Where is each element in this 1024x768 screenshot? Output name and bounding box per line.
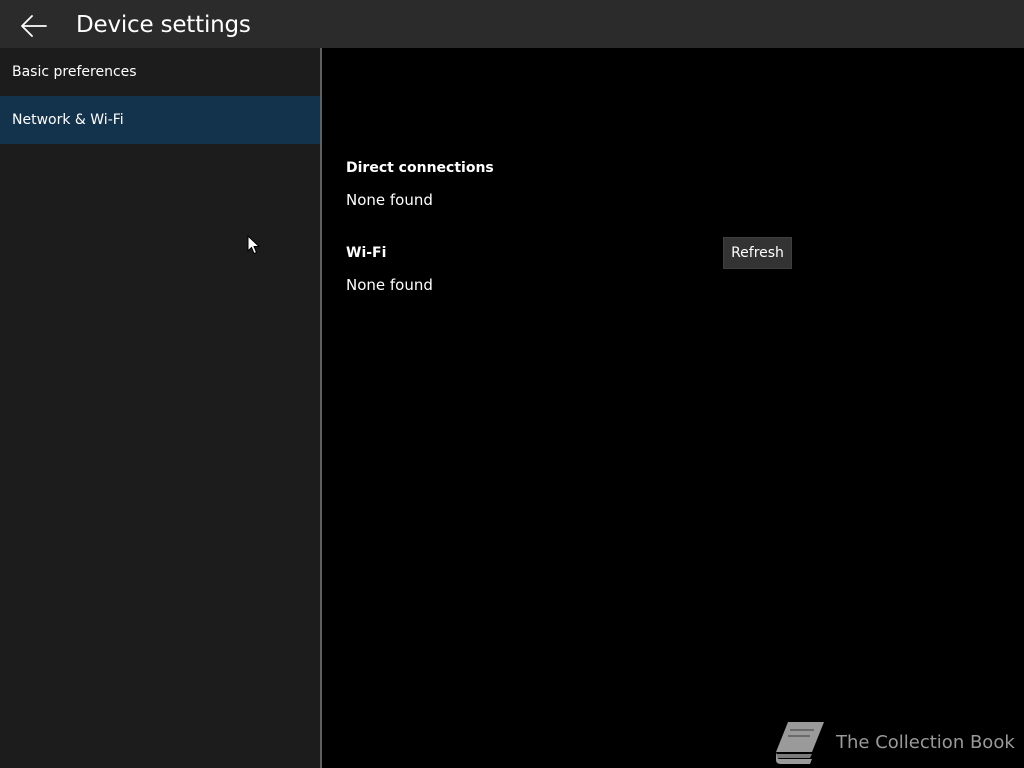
title-bar: Device settings <box>0 0 1024 48</box>
wifi-value: None found <box>346 276 433 294</box>
refresh-button[interactable]: Refresh <box>723 237 792 269</box>
wifi-header: Wi-Fi <box>346 245 387 261</box>
mouse-cursor-icon <box>247 235 261 255</box>
back-button[interactable] <box>14 8 54 44</box>
sidebar-item-network-wifi[interactable]: Network & Wi-Fi <box>0 96 320 144</box>
direct-connections-header: Direct connections <box>346 160 494 176</box>
page-title: Device settings <box>76 12 251 38</box>
content-pane: Direct connections None found Wi-Fi Refr… <box>322 48 1024 768</box>
sidebar-item-basic-preferences[interactable]: Basic preferences <box>0 48 320 96</box>
watermark: The Collection Book <box>772 718 1015 766</box>
watermark-text: The Collection Book <box>836 731 1015 753</box>
arrow-left-icon <box>21 15 47 37</box>
direct-connections-value: None found <box>346 191 433 209</box>
book-icon <box>776 722 824 764</box>
sidebar: Basic preferences Network & Wi-Fi <box>0 48 320 768</box>
